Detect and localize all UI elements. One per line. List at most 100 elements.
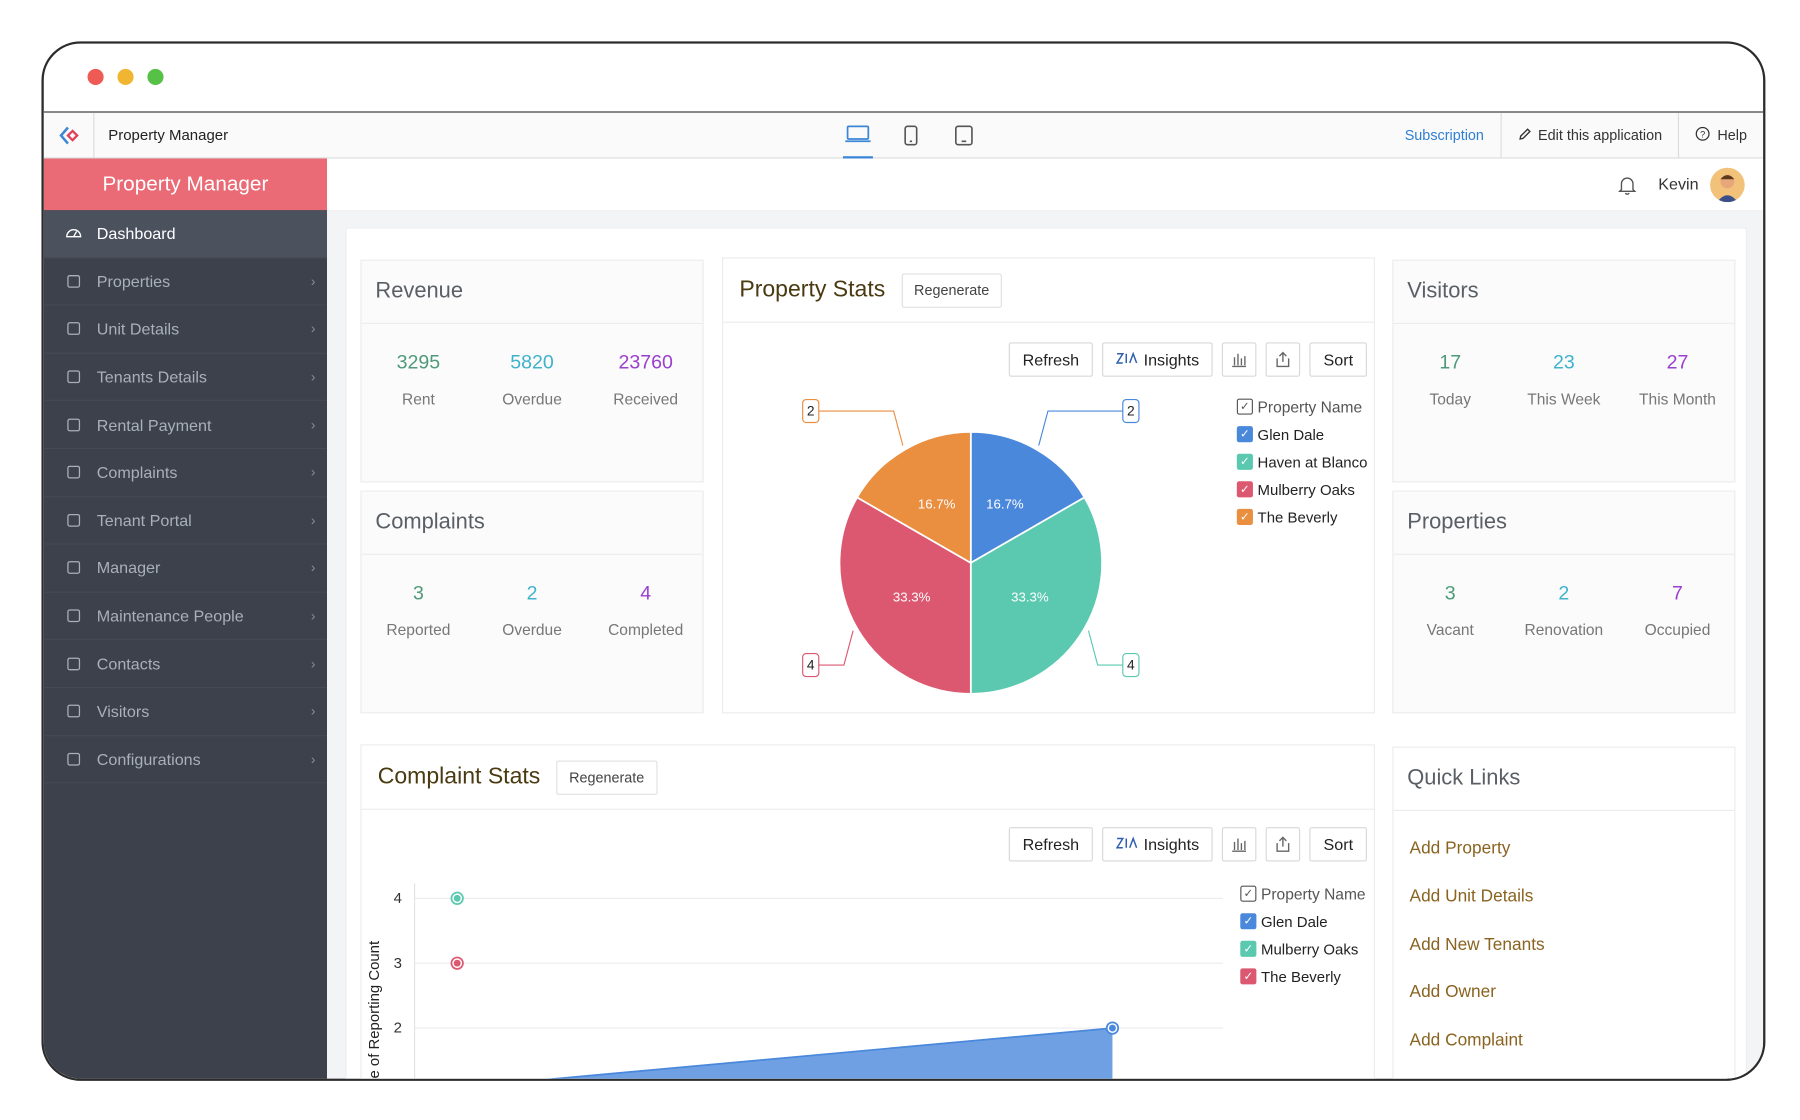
sidebar-item-complaints[interactable]: Complaints › — [43, 449, 328, 497]
visitors-card: Visitors 17 Today 23 This Week 27 This Mont… — [1392, 259, 1736, 483]
window-controls — [87, 68, 164, 86]
complaint-stats-area-chart: 4 3 2 e of Reporting Count — [366, 883, 1223, 1079]
appbar-actions: Subscription Edit this application ? Hel… — [1389, 112, 1764, 159]
device-switcher — [842, 113, 979, 159]
sidebar-item-dashboard[interactable]: Dashboard — [43, 210, 328, 258]
sidebar-item-maintenance-people[interactable]: Maintenance People › — [43, 592, 328, 641]
legend-item[interactable]: ✓ The Beverly — [1240, 963, 1365, 991]
revenue-title: Revenue — [361, 261, 703, 324]
sidebar-item-label: Tenant Portal — [96, 511, 192, 530]
properties-occupied-value: 7 — [1672, 582, 1683, 605]
svg-text:?: ? — [1700, 129, 1705, 139]
quick-link-add-complaint[interactable]: Add Complaint — [1410, 1016, 1719, 1064]
quick-link-add-unit-details[interactable]: Add Unit Details — [1410, 873, 1719, 921]
check-icon: ✓ — [1240, 885, 1257, 902]
app-bar: Property Manager Subscription Edit this … — [43, 111, 1764, 159]
dashboard-panel: Revenue 3295 Rent 5820 Overdue 23760 Receiv… — [345, 227, 1747, 1079]
visitors-today-label: Today — [1429, 390, 1471, 408]
pie-value-label: 4 — [1127, 658, 1135, 673]
checkbox-icon: ✓ — [1240, 968, 1257, 985]
maximize-button[interactable] — [147, 68, 164, 86]
sidebar-item-label: Configurations — [96, 749, 201, 769]
revenue-received-value: 23760 — [618, 351, 673, 374]
legend-item-label: The Beverly — [1257, 508, 1338, 526]
subscription-link[interactable]: Subscription — [1389, 113, 1500, 159]
chevron-right-icon: › — [310, 703, 316, 720]
close-button[interactable] — [87, 68, 104, 86]
config-icon — [64, 750, 82, 768]
complaints-completed-label: Completed — [608, 621, 684, 639]
desktop-view-icon[interactable] — [842, 113, 873, 159]
legend-item[interactable]: ✓ Glen Dale — [1236, 420, 1368, 448]
checkbox-icon: ✓ — [1240, 940, 1257, 957]
checkbox-icon: ✓ — [1236, 453, 1253, 470]
complaints-title: Complaints — [361, 492, 703, 555]
creator-logo-icon[interactable] — [44, 112, 95, 159]
legend-item[interactable]: ✓ Mulberry Oaks — [1240, 935, 1365, 963]
sidebar-item-contacts[interactable]: Contacts › — [43, 640, 328, 688]
quick-link-add-new-tenants[interactable]: Add New Tenants — [1410, 921, 1719, 969]
phone-view-icon[interactable] — [896, 113, 926, 159]
point-mulberry-oaks-core — [453, 894, 461, 902]
notification-bell-icon[interactable] — [1618, 175, 1637, 201]
minimize-button[interactable] — [117, 68, 134, 86]
legend-header-label: Property Name — [1257, 398, 1363, 416]
legend-item-label: Mulberry Oaks — [1261, 940, 1359, 958]
sidebar-item-tenant-portal[interactable]: Tenant Portal › — [43, 497, 328, 545]
sidebar-brand[interactable]: Property Manager — [43, 158, 328, 211]
legend-header[interactable]: ✓ Property Name — [1236, 393, 1368, 421]
checkbox-icon: ✓ — [1240, 913, 1257, 930]
legend-item-label: Haven at Blanco — [1257, 453, 1368, 471]
quick-link-add-contact[interactable]: Add Contact — [1410, 1064, 1719, 1079]
pie-percent-label: 16.7% — [986, 497, 1024, 512]
edit-application-button[interactable]: Edit this application — [1500, 112, 1678, 159]
legend-item[interactable]: ✓ The Beverly — [1236, 503, 1368, 531]
sidebar-item-label: Visitors — [96, 702, 150, 721]
visitors-month-value: 27 — [1666, 351, 1689, 374]
sidebar-item-manager[interactable]: Manager › — [43, 545, 328, 593]
chevron-right-icon: › — [310, 368, 316, 385]
legend-item[interactable]: ✓ Mulberry Oaks — [1236, 476, 1368, 504]
tablet-view-icon[interactable] — [949, 113, 979, 159]
legend-header[interactable]: ✓ Property Name — [1240, 880, 1366, 908]
revenue-rent-value: 3295 — [396, 351, 441, 374]
legend-item[interactable]: ✓ Glen Dale — [1240, 907, 1365, 935]
sidebar-item-rental-payment[interactable]: Rental Payment › — [43, 401, 328, 450]
revenue-received-label: Received — [613, 390, 679, 408]
revenue-overdue-value: 5820 — [510, 351, 554, 374]
y-axis-label: e of Reporting Count — [366, 940, 383, 1079]
maintenance-icon — [64, 607, 82, 625]
properties-title: Properties — [1393, 492, 1735, 555]
user-name[interactable]: Kevin — [1658, 175, 1698, 193]
visitors-title: Visitors — [1393, 261, 1735, 324]
help-button[interactable]: ? Help — [1678, 112, 1763, 159]
sidebar-item-properties[interactable]: Properties › — [43, 258, 328, 306]
pie-value-label: 2 — [1127, 404, 1135, 419]
legend-item-label: The Beverly — [1261, 967, 1341, 986]
visitors-month-label: This Month — [1639, 390, 1716, 408]
legend-item-label: Mulberry Oaks — [1257, 480, 1355, 498]
checkbox-icon: ✓ — [1236, 426, 1253, 443]
legend-item[interactable]: ✓ Haven at Blanco — [1236, 448, 1368, 476]
sidebar-item-configurations[interactable]: Configurations › — [43, 736, 328, 784]
sidebar-menu: Dashboard Properties › Unit Details › Tenants… — [43, 210, 328, 784]
checkbox-icon: ✓ — [1236, 481, 1253, 498]
dashboard-icon — [64, 224, 82, 242]
chevron-right-icon: › — [310, 512, 316, 529]
point-glen-dale-core — [1108, 1024, 1116, 1032]
sidebar-item-unit-details[interactable]: Unit Details › — [43, 306, 328, 354]
quick-link-add-property[interactable]: Add Property — [1410, 825, 1719, 873]
point-the-beverly-core — [453, 959, 461, 967]
complaints-card: Complaints 3 Reported 2 Overdue 4 Completed — [360, 490, 704, 714]
help-label: Help — [1717, 127, 1747, 144]
chevron-right-icon: › — [310, 321, 316, 338]
visitors-week-label: This Week — [1527, 390, 1601, 408]
sidebar-item-tenants-details[interactable]: Tenants Details › — [43, 354, 328, 402]
quick-link-add-owner[interactable]: Add Owner — [1410, 968, 1719, 1016]
properties-renovation-label: Renovation — [1524, 621, 1604, 639]
sidebar-item-label: Rental Payment — [96, 415, 212, 434]
user-avatar[interactable] — [1710, 167, 1745, 203]
manager-icon — [64, 559, 82, 577]
sidebar-item-visitors[interactable]: Visitors › — [43, 688, 328, 736]
pie-percent-label: 33.3% — [1011, 590, 1049, 605]
